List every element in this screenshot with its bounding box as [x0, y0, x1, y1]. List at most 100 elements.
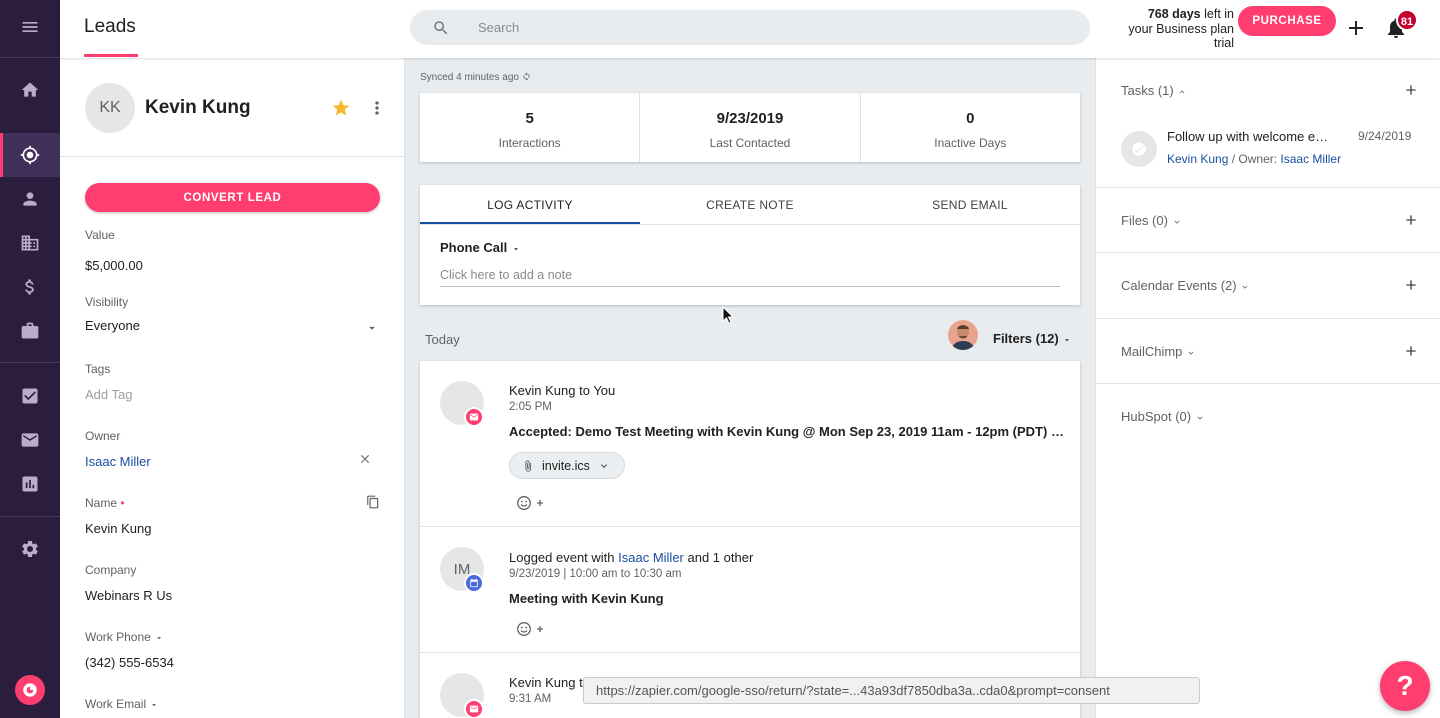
- value-field[interactable]: $5,000.00: [85, 258, 143, 273]
- visibility-label: Visibility: [85, 295, 129, 309]
- tasks-section-toggle[interactable]: Tasks (1): [1121, 83, 1187, 98]
- work-phone-field[interactable]: (342) 555-6534: [85, 655, 174, 670]
- add-reaction-icon[interactable]: [516, 495, 546, 511]
- tab-log-activity[interactable]: LOG ACTIVITY: [420, 185, 640, 224]
- add-reaction-icon[interactable]: [516, 621, 546, 637]
- caret-down-icon: [157, 636, 162, 640]
- trial-text: trial: [1213, 36, 1234, 50]
- company-field[interactable]: Webinars R Us: [85, 588, 172, 603]
- add-file-icon[interactable]: [1403, 212, 1419, 228]
- calendar-badge-icon: [464, 573, 484, 593]
- feed-item-title: Logged event with Isaac Miller and 1 oth…: [509, 550, 753, 565]
- section-title: HubSpot (0): [1121, 409, 1192, 424]
- related-panel: Tasks (1) Follow up with welcome email t…: [1095, 58, 1440, 718]
- owner-label: Owner: [85, 429, 121, 443]
- value-label: Value: [85, 228, 115, 242]
- search-icon: [434, 21, 448, 35]
- task-contact-link[interactable]: Kevin Kung: [1167, 152, 1228, 166]
- dollar-icon[interactable]: [0, 265, 60, 309]
- convert-lead-button[interactable]: CONVERT LEAD: [85, 183, 380, 212]
- star-icon[interactable]: [331, 98, 351, 118]
- work-email-label[interactable]: Work Email: [85, 697, 159, 711]
- tags-label: Tags: [85, 362, 111, 376]
- feed-item-time: 9/23/2019 | 10:00 am to 10:30 am: [509, 568, 682, 580]
- caret-down-icon[interactable]: [365, 321, 379, 335]
- reports-icon[interactable]: [0, 462, 60, 506]
- user-avatar[interactable]: [948, 320, 978, 350]
- feed-item[interactable]: IM Logged event with Isaac Miller and 1 …: [420, 527, 1080, 653]
- search-input[interactable]: [478, 10, 1038, 45]
- purchase-button[interactable]: PURCHASE: [1238, 6, 1336, 36]
- home-icon[interactable]: [0, 68, 60, 112]
- divider: [1096, 318, 1440, 319]
- name-field[interactable]: Kevin Kung: [85, 521, 152, 536]
- search-bar[interactable]: [410, 10, 1090, 45]
- divider: [1096, 383, 1440, 384]
- feed-item[interactable]: Kevin Kung to You 2:05 PM Accepted: Demo…: [420, 361, 1080, 527]
- people-icon[interactable]: [0, 177, 60, 221]
- leads-icon[interactable]: [0, 133, 60, 177]
- task-due-date: 9/24/2019: [1358, 129, 1412, 143]
- note-input[interactable]: [440, 263, 1060, 287]
- mail-icon[interactable]: [0, 418, 60, 462]
- stat-value: 9/23/2019: [716, 110, 784, 127]
- attachment-name: invite.ics: [542, 458, 590, 473]
- activity-feed: Kevin Kung to You 2:05 PM Accepted: Demo…: [420, 361, 1080, 718]
- rail-divider: [0, 362, 60, 363]
- settings-gear-icon[interactable]: [0, 527, 60, 571]
- add-mailchimp-icon[interactable]: [1403, 343, 1419, 359]
- mailchimp-section-toggle[interactable]: MailChimp: [1121, 344, 1196, 359]
- stat-label: Inactive Days: [934, 136, 1007, 150]
- task-owner-link[interactable]: Isaac Miller: [1280, 152, 1341, 166]
- notifications-badge[interactable]: 81: [1396, 9, 1418, 31]
- stat-inactive-days: 0 Inactive Days: [859, 93, 1080, 162]
- calendar-section-toggle[interactable]: Calendar Events (2): [1121, 278, 1250, 293]
- feed-item-subject: Meeting with Kevin Kung: [509, 591, 664, 606]
- feed-item-time: 2:05 PM: [509, 401, 552, 413]
- feed-item-subject: Accepted: Demo Test Meeting with Kevin K…: [509, 424, 1064, 439]
- divider: [60, 156, 405, 157]
- filters-dropdown[interactable]: Filters (12): [993, 331, 1072, 346]
- companies-icon[interactable]: [0, 221, 60, 265]
- task-title[interactable]: Follow up with welcome email to Kevin: [1167, 129, 1333, 144]
- copper-logo-icon[interactable]: [15, 675, 45, 705]
- tasks-icon[interactable]: [0, 374, 60, 418]
- work-phone-label[interactable]: Work Phone: [85, 630, 164, 644]
- complete-task-icon[interactable]: [1121, 131, 1157, 167]
- feed-item-title-text: and 1 other: [683, 550, 754, 565]
- add-tag-input[interactable]: Add Tag: [85, 387, 132, 402]
- attachment-chip[interactable]: invite.ics: [509, 452, 625, 479]
- activity-type-select[interactable]: Phone Call: [440, 240, 521, 255]
- participant-link[interactable]: Isaac Miller: [618, 550, 684, 565]
- caret-down-icon: [1065, 338, 1070, 341]
- lead-details-panel: KK Kevin Kung CONVERT LEAD Value $5,000.…: [60, 58, 405, 718]
- chevron-down-icon[interactable]: [598, 460, 610, 472]
- tab-create-note[interactable]: CREATE NOTE: [640, 185, 860, 224]
- close-icon[interactable]: [358, 452, 372, 466]
- files-section-toggle[interactable]: Files (0): [1121, 213, 1182, 228]
- stat-label: Last Contacted: [709, 136, 791, 150]
- sync-status-text: Synced 4 minutes ago: [420, 72, 519, 83]
- hubspot-section-toggle[interactable]: HubSpot (0): [1121, 409, 1205, 424]
- add-calendar-event-icon[interactable]: [1403, 277, 1419, 293]
- stat-interactions: 5 Interactions: [420, 93, 639, 162]
- add-icon[interactable]: [1344, 16, 1368, 40]
- more-vert-icon[interactable]: [367, 98, 387, 118]
- filters-label: Filters (12): [993, 331, 1059, 346]
- trial-text: your Business plan: [1128, 21, 1234, 36]
- caret-down-icon: [513, 247, 518, 250]
- status-bar-url: https://zapier.com/google-sso/return/?st…: [583, 677, 1200, 704]
- add-task-icon[interactable]: [1403, 82, 1419, 98]
- visibility-select[interactable]: Everyone: [85, 318, 140, 333]
- owner-link[interactable]: Isaac Miller: [85, 454, 151, 469]
- tab-send-email[interactable]: SEND EMAIL: [860, 185, 1080, 224]
- copy-icon[interactable]: [366, 495, 380, 509]
- feed-item-time: 9:31 AM: [509, 693, 552, 705]
- refresh-icon[interactable]: [522, 72, 531, 81]
- caret-down-icon: [152, 703, 157, 707]
- section-title: Calendar Events (2): [1121, 278, 1237, 293]
- help-button[interactable]: ?: [1380, 661, 1430, 711]
- briefcase-icon[interactable]: [0, 309, 60, 353]
- menu-icon[interactable]: [0, 5, 60, 49]
- task-meta: Kevin Kung / Owner: Isaac Miller: [1167, 152, 1341, 166]
